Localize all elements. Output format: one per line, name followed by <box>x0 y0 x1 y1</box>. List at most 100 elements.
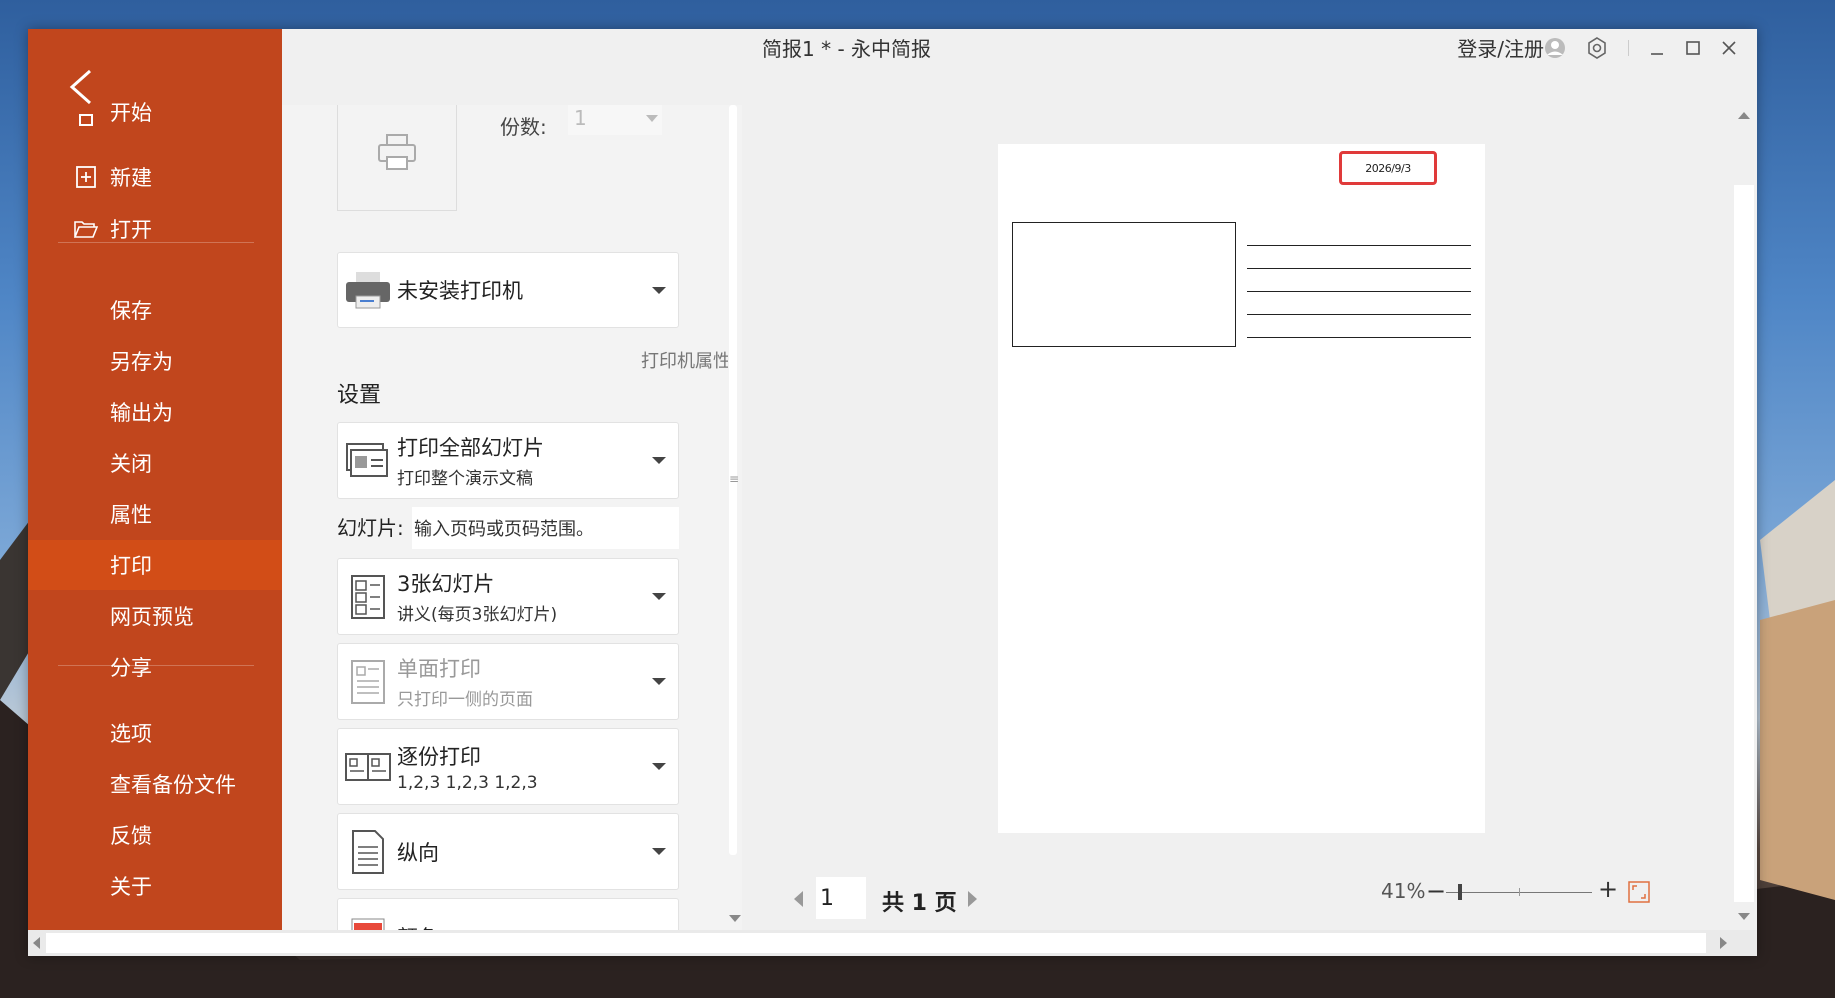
range-subtitle: 打印整个演示文稿 <box>397 469 533 489</box>
next-page-icon[interactable] <box>968 891 977 907</box>
vertical-scroll-thumb[interactable] <box>1734 185 1754 902</box>
sidebar-item-save-as[interactable]: 另存为 <box>28 336 282 386</box>
sidebar-item-label: 关于 <box>110 875 152 899</box>
printer-icon <box>378 134 416 170</box>
sidebar-item-save[interactable]: 保存 <box>28 285 282 335</box>
sides-title: 单面打印 <box>397 657 481 681</box>
color-select[interactable]: 颜色 <box>337 898 679 930</box>
sidebar-item-open[interactable]: 打开 <box>28 204 282 254</box>
range-title: 打印全部幻灯片 <box>397 436 544 460</box>
prev-page-icon[interactable] <box>794 891 803 907</box>
sidebar-item-about[interactable]: 关于 <box>28 861 282 911</box>
date-field: 2026/9/3 <box>1339 151 1437 185</box>
orientation-select[interactable]: 纵向 <box>337 813 679 890</box>
preview-vertical-scrollbar[interactable] <box>1731 105 1757 930</box>
home-icon <box>72 107 100 127</box>
maximize-button[interactable] <box>1685 40 1701 56</box>
printer-select[interactable]: 未安装打印机 <box>337 252 679 328</box>
sidebar-item-share[interactable]: 分享 <box>28 642 282 692</box>
sides-subtitle: 只打印一侧的页面 <box>397 690 533 710</box>
chevron-down-icon <box>652 678 666 685</box>
sidebar-item-label: 网页预览 <box>110 605 194 629</box>
printer-name: 未安装打印机 <box>397 279 523 303</box>
sidebar-item-label: 开始 <box>110 101 152 125</box>
print-settings-panel: 份数: 1 未安装打印机 打印机属性 设置 打印全部幻灯片打印整个演示文稿 幻灯… <box>282 105 742 930</box>
sidebar-item-label: 保存 <box>110 299 152 323</box>
settings-button[interactable] <box>1586 36 1608 59</box>
print-range-select[interactable]: 打印全部幻灯片打印整个演示文稿 <box>337 422 679 499</box>
note-line <box>1247 337 1471 338</box>
sidebar-item-label: 反馈 <box>110 824 152 848</box>
preview-page: 2026/9/3 <box>998 144 1485 833</box>
sidebar-item-properties[interactable]: 属性 <box>28 489 282 539</box>
settings-heading: 设置 <box>337 383 382 408</box>
sidebar-item-label: 属性 <box>110 503 152 527</box>
note-line <box>1247 291 1471 292</box>
scroll-up-icon[interactable] <box>1738 112 1750 119</box>
minimize-button[interactable] <box>1649 40 1665 56</box>
print-button[interactable] <box>337 105 457 211</box>
fit-page-button[interactable] <box>1628 881 1650 907</box>
window-title: 简报1 * - 永中简报 <box>762 37 932 61</box>
panel-scrollbar[interactable]: ≡ <box>728 105 742 930</box>
sidebar-separator <box>58 665 254 666</box>
folder-open-icon <box>72 219 100 239</box>
sidebar-item-export[interactable]: 输出为 <box>28 387 282 437</box>
sidebar-item-web-preview[interactable]: 网页预览 <box>28 591 282 641</box>
print-sides-select[interactable]: 单面打印只打印一侧的页面 <box>337 643 679 720</box>
sidebar-item-label: 选项 <box>110 722 152 746</box>
horizontal-scroll-thumb[interactable] <box>46 933 1706 953</box>
color-title: 颜色 <box>397 922 652 931</box>
horizontal-scrollbar[interactable] <box>28 930 1757 956</box>
scroll-down-icon[interactable] <box>729 915 741 922</box>
date-text: 2026/9/3 <box>1365 161 1411 175</box>
sidebar-item-feedback[interactable]: 反馈 <box>28 810 282 860</box>
slides-range-input[interactable]: 输入页码或页码范围。 <box>412 507 679 549</box>
sidebar-item-label: 关闭 <box>110 452 152 476</box>
scroll-left-icon[interactable] <box>33 937 40 949</box>
scroll-right-icon[interactable] <box>1720 937 1727 949</box>
sidebar-item-home[interactable]: 开始 <box>28 101 282 127</box>
backstage-sidebar: 开始 新建 打开 保存 另存为 输出为 关闭 属性 打印 网页预览 分享 选项 … <box>28 29 282 930</box>
slides-label: 幻灯片: <box>337 516 404 540</box>
total-pages: 共 1 页 <box>882 891 957 916</box>
slides-all-icon <box>343 442 393 480</box>
app-window: 开始 新建 打开 保存 另存为 输出为 关闭 属性 打印 网页预览 分享 选项 … <box>28 29 1757 956</box>
login-button[interactable]: 登录/注册 <box>1457 33 1566 62</box>
chevron-down-icon <box>652 457 666 464</box>
copies-value: 1 <box>574 106 587 130</box>
copies-label: 份数: <box>500 115 547 139</box>
zoom-out-button[interactable]: − <box>1426 877 1446 905</box>
new-doc-icon <box>72 166 100 188</box>
sidebar-item-options[interactable]: 选项 <box>28 708 282 758</box>
collate-title: 逐份打印 <box>397 744 481 769</box>
scroll-down-icon[interactable] <box>1738 913 1750 920</box>
zoom-in-button[interactable]: + <box>1598 875 1618 903</box>
close-button[interactable] <box>1721 40 1737 56</box>
print-preview-area: 2026/9/3 1 共 1 页 41% − + <box>742 105 1742 930</box>
titlebar-separator <box>1628 39 1629 56</box>
splitter-handle-icon[interactable]: ≡ <box>729 472 739 486</box>
sidebar-item-label: 打开 <box>110 218 152 242</box>
sidebar-item-close[interactable]: 关闭 <box>28 438 282 488</box>
copies-down-icon[interactable] <box>646 115 658 122</box>
orientation-title: 纵向 <box>397 840 439 865</box>
collate-subtitle: 1,2,3 1,2,3 1,2,3 <box>397 772 538 793</box>
printer-properties-link[interactable]: 打印机属性 <box>641 347 731 373</box>
maximize-icon <box>1686 40 1700 55</box>
sidebar-item-backup-files[interactable]: 查看备份文件 <box>28 759 282 809</box>
zoom-slider-thumb[interactable] <box>1457 884 1462 900</box>
printer-icon <box>343 270 393 310</box>
sidebar-separator <box>58 242 254 243</box>
sidebar-item-print[interactable]: 打印 <box>28 540 282 590</box>
handout-layout-select[interactable]: 3张幻灯片 讲义(每页3张幻灯片) <box>337 558 679 635</box>
portrait-icon <box>343 829 393 875</box>
single-sided-icon <box>343 659 393 705</box>
copies-input[interactable]: 1 <box>568 105 662 135</box>
title-bar: 简报1 * - 永中简报 登录/注册 <box>282 29 1757 105</box>
page-number-input[interactable]: 1 <box>816 877 866 919</box>
collate-select[interactable]: 逐份打印 1,2,3 1,2,3 1,2,3 <box>337 728 679 805</box>
chevron-down-icon <box>652 593 666 600</box>
gear-icon <box>1588 36 1606 59</box>
sidebar-item-new[interactable]: 新建 <box>28 152 282 202</box>
